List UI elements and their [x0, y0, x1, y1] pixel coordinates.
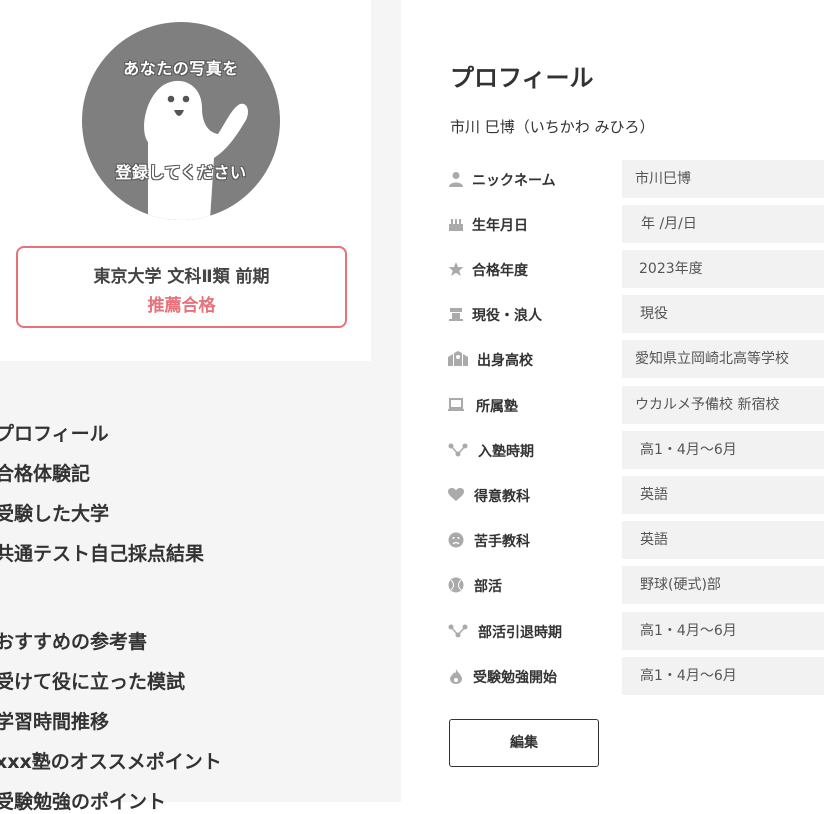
menu-item-profile[interactable]: プロフィール	[0, 419, 109, 446]
field-cram-school: 所属塾 ウカルメ予備校 新宿校	[448, 386, 824, 424]
timeline-icon	[448, 624, 468, 638]
avatar-placeholder-figure-icon	[144, 81, 248, 220]
field-strong-subject: 得意教科 英語	[448, 476, 824, 514]
cram-school-value[interactable]: ウカルメ予備校 新宿校	[622, 386, 824, 424]
field-nickname: ニックネーム 市川巳博	[448, 160, 824, 198]
menu-item-universities[interactable]: 受験した大学	[0, 499, 109, 526]
field-label: 入塾時期	[478, 444, 534, 460]
avatar-prompt-line2: 登録してください	[115, 163, 247, 182]
flame-icon	[450, 669, 462, 684]
timeline-icon	[448, 443, 468, 457]
field-label: 苦手教科	[474, 534, 530, 550]
field-label: 部活	[474, 579, 502, 595]
field-high-school: 出身高校 愛知県立岡崎北高等学校	[448, 340, 824, 378]
admission-result: 推薦合格	[147, 296, 216, 316]
field-label: 受験勉強開始	[473, 670, 557, 686]
field-birthday: 生年月日 年 /月/日	[448, 205, 824, 243]
profile-card: あなたの写真を 登録してください 東京大学 文科Ⅱ類 前期 推薦合格	[0, 0, 371, 361]
edit-button[interactable]: 編集	[449, 719, 599, 767]
field-label: 得意教科	[474, 489, 530, 505]
menu-item-cram-school[interactable]: xxx塾のオススメポイント	[0, 747, 222, 774]
menu-item-common-test[interactable]: 共通テスト自己採点結果	[0, 539, 204, 566]
field-club: 部活 野球(硬式)部	[448, 566, 824, 604]
field-weak-subject: 苦手教科 英語	[448, 521, 824, 559]
avatar-prompt-line1: あなたの写真を	[123, 59, 239, 78]
club-value[interactable]: 野球(硬式)部	[622, 566, 824, 604]
menu-item-study-points[interactable]: 受験勉強のポイント	[0, 787, 166, 814]
birthday-input[interactable]: 年 /月/日	[622, 205, 824, 243]
menu-item-mock-exams[interactable]: 受けて役に立った模試	[0, 667, 185, 694]
study-start-select[interactable]: 高1・4月〜6月	[622, 657, 824, 695]
cake-icon	[449, 219, 463, 231]
ball-icon	[448, 577, 464, 593]
full-name: 市川 巳博（いちかわ みひろ）	[450, 118, 655, 136]
field-label: ニックネーム	[472, 173, 556, 189]
field-club-retire: 部活引退時期 高1・4月〜6月	[448, 612, 824, 650]
status-select[interactable]: 現役	[622, 295, 824, 333]
university-name: 東京大学 文科Ⅱ類 前期	[93, 267, 270, 287]
field-status: 現役・浪人 現役	[448, 295, 824, 333]
field-pass-year: 合格年度 2023年度	[448, 250, 824, 288]
page-title: プロフィール	[450, 64, 594, 92]
avatar[interactable]: あなたの写真を 登録してください	[82, 22, 280, 220]
nickname-value[interactable]: 市川巳博	[622, 160, 824, 198]
pass-year-select[interactable]: 2023年度	[622, 250, 824, 288]
menu-item-experience[interactable]: 合格体験記	[0, 459, 90, 486]
field-study-start: 受験勉強開始 高1・4月〜6月	[448, 657, 824, 695]
join-period-select[interactable]: 高1・4月〜6月	[622, 431, 824, 469]
field-label: 所属塾	[476, 399, 518, 415]
field-label: 出身高校	[477, 353, 533, 369]
heart-icon	[448, 488, 464, 501]
field-label: 部活引退時期	[478, 625, 562, 641]
school-icon	[448, 351, 468, 366]
field-label: 合格年度	[472, 263, 528, 279]
field-join-period: 入塾時期 高1・4月〜6月	[448, 431, 824, 469]
university-result-box: 東京大学 文科Ⅱ類 前期 推薦合格	[16, 246, 347, 328]
field-label: 現役・浪人	[472, 308, 542, 324]
weak-subject-select[interactable]: 英語	[622, 521, 824, 559]
menu-item-books[interactable]: おすすめの参考書	[0, 627, 147, 654]
sad-face-icon	[448, 532, 464, 548]
person-icon	[449, 172, 463, 187]
graduation-cap-icon	[449, 308, 463, 321]
field-label: 生年月日	[472, 218, 528, 234]
menu-item-study-time[interactable]: 学習時間推移	[0, 707, 109, 734]
club-retire-select[interactable]: 高1・4月〜6月	[622, 612, 824, 650]
star-icon	[448, 262, 464, 276]
high-school-value[interactable]: 愛知県立岡崎北高等学校	[622, 340, 824, 378]
strong-subject-select[interactable]: 英語	[622, 476, 824, 514]
laptop-icon	[448, 398, 464, 411]
